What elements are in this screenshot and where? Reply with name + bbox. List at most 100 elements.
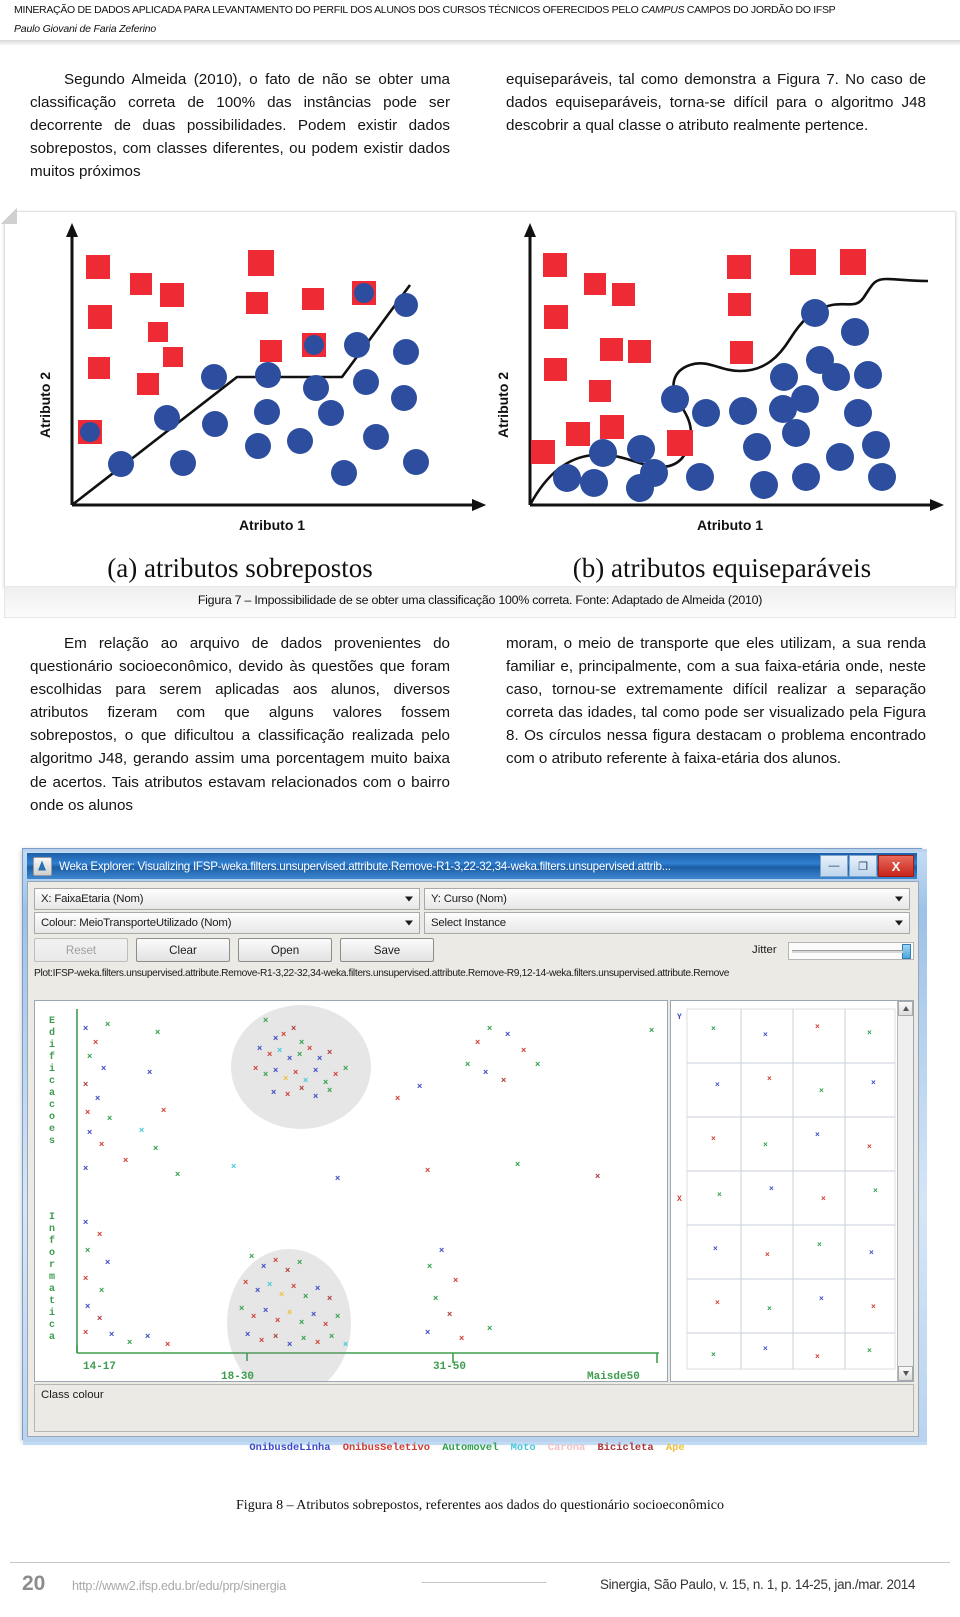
svg-text:×: × bbox=[263, 1305, 268, 1315]
svg-text:s: s bbox=[49, 1136, 55, 1147]
svg-text:×: × bbox=[101, 1063, 106, 1073]
panel-b-plot: Atributo 1 Atributo 2 (b) atributos equi… bbox=[472, 223, 944, 583]
svg-text:×: × bbox=[83, 1273, 88, 1283]
minimize-button[interactable]: — bbox=[820, 855, 848, 877]
class-colour-label: Class colour bbox=[41, 1389, 104, 1401]
plot-filter-string: Plot:IFSP-weka.filters.unsupervised.attr… bbox=[34, 968, 730, 979]
journal-citation: Sinergia, São Paulo, v. 15, n. 1, p. 14-… bbox=[600, 1577, 916, 1592]
chevron-down-icon bbox=[405, 920, 413, 926]
svg-text:×: × bbox=[871, 1079, 876, 1088]
svg-text:c: c bbox=[49, 1320, 55, 1331]
jitter-slider[interactable] bbox=[788, 942, 914, 960]
save-button[interactable]: Save bbox=[340, 938, 434, 962]
svg-text:×: × bbox=[99, 1139, 104, 1149]
colour-combo-label: Colour: MeioTransporteUtilizado (Nom) bbox=[41, 917, 232, 929]
svg-text:×: × bbox=[161, 1105, 166, 1115]
class-attribute-side-panel[interactable]: Y X × × × × × × × × × × × × × × × × × × × × × × × × … bbox=[670, 1000, 914, 1382]
scroll-up-icon[interactable] bbox=[898, 1001, 913, 1016]
svg-text:i: i bbox=[49, 1039, 55, 1051]
svg-text:×: × bbox=[501, 1075, 506, 1085]
svg-text:×: × bbox=[867, 1029, 872, 1038]
svg-text:E: E bbox=[49, 1016, 55, 1027]
svg-text:×: × bbox=[87, 1051, 92, 1061]
svg-text:Atributo 2: Atributo 2 bbox=[495, 372, 511, 438]
scatter-plot-panel[interactable]: Edi fic aco es Inf orm ati ca × × × × × … bbox=[34, 1000, 668, 1382]
svg-text:o: o bbox=[49, 1248, 55, 1259]
svg-text:×: × bbox=[263, 1069, 268, 1079]
svg-text:Atributo 1: Atributo 1 bbox=[239, 517, 305, 533]
colour-combo[interactable]: Colour: MeioTransporteUtilizado (Nom) bbox=[34, 912, 420, 934]
chevron-down-icon bbox=[895, 896, 903, 902]
svg-text:×: × bbox=[821, 1195, 826, 1204]
svg-text:×: × bbox=[427, 1261, 432, 1271]
running-head-author: Paulo Giovani de Faria Zeferino bbox=[14, 23, 157, 35]
clear-button[interactable]: Clear bbox=[136, 938, 230, 962]
svg-text:×: × bbox=[271, 1087, 276, 1097]
legend-item-automovel[interactable]: Automovel bbox=[442, 1442, 498, 1454]
svg-text:×: × bbox=[317, 1053, 322, 1063]
svg-text:a: a bbox=[49, 1088, 55, 1099]
svg-text:×: × bbox=[315, 1283, 320, 1293]
legend-item-ape[interactable]: Ape bbox=[666, 1442, 685, 1454]
legend-item-bicicleta[interactable]: Bicicleta bbox=[598, 1442, 654, 1454]
chevron-down-icon bbox=[895, 920, 903, 926]
body-column-right-bottom: moram, o meio de transporte que eles uti… bbox=[506, 632, 926, 771]
svg-text:×: × bbox=[257, 1043, 262, 1053]
svg-text:×: × bbox=[255, 1285, 260, 1295]
svg-text:×: × bbox=[767, 1305, 772, 1314]
svg-text:t: t bbox=[49, 1296, 55, 1307]
svg-text:(b) atributos equiseparáveis: (b) atributos equiseparáveis bbox=[573, 553, 871, 583]
svg-text:×: × bbox=[285, 1265, 290, 1275]
open-button[interactable]: Open bbox=[238, 938, 332, 962]
svg-text:×: × bbox=[299, 1317, 304, 1327]
svg-text:×: × bbox=[327, 1085, 332, 1095]
scroll-down-icon[interactable] bbox=[898, 1366, 913, 1381]
svg-text:×: × bbox=[259, 1335, 264, 1345]
svg-text:×: × bbox=[293, 1067, 298, 1077]
legend-item-moto[interactable]: Moto bbox=[511, 1442, 536, 1454]
svg-text:×: × bbox=[715, 1299, 720, 1308]
svg-text:×: × bbox=[535, 1059, 540, 1069]
paragraph-left-bottom: Em relação ao arquivo de dados provenien… bbox=[30, 635, 450, 814]
svg-text:×: × bbox=[105, 1019, 110, 1029]
svg-text:×: × bbox=[417, 1081, 422, 1091]
select-instance-combo[interactable]: Select Instance bbox=[424, 912, 910, 934]
svg-text:×: × bbox=[333, 1069, 338, 1079]
select-instance-combo-label: Select Instance bbox=[431, 917, 506, 929]
legend-item-onibusdelinha[interactable]: OnibusdeLinha bbox=[249, 1442, 330, 1454]
figure-8-caption: Figura 8 – Atributos sobrepostos, refere… bbox=[236, 1498, 724, 1513]
legend-item-onibusseletivo[interactable]: OnibusSeletivo bbox=[343, 1442, 430, 1454]
svg-text:×: × bbox=[769, 1185, 774, 1194]
axis-selector-row: X: FaixaEtaria (Nom) Y: Curso (Nom) bbox=[34, 888, 912, 910]
class-colour-panel: Class colour bbox=[34, 1384, 914, 1432]
legend-item-carona[interactable]: Carona bbox=[548, 1442, 585, 1454]
svg-text:×: × bbox=[279, 1289, 284, 1299]
svg-text:×: × bbox=[299, 1083, 304, 1093]
svg-text:×: × bbox=[343, 1063, 348, 1073]
svg-text:(a) atributos sobrepostos: (a) atributos sobrepostos bbox=[107, 553, 372, 583]
svg-text:×: × bbox=[867, 1347, 872, 1356]
maximize-button[interactable]: ❐ bbox=[849, 855, 877, 877]
journal-url[interactable]: http://www2.ifsp.edu.br/edu/prp/sinergia bbox=[72, 1579, 286, 1593]
svg-text:×: × bbox=[253, 1063, 258, 1073]
svg-text:×: × bbox=[819, 1087, 824, 1096]
close-button[interactable]: X bbox=[878, 855, 914, 877]
svg-text:×: × bbox=[251, 1311, 256, 1321]
svg-text:×: × bbox=[297, 1049, 302, 1059]
svg-text:×: × bbox=[85, 1301, 90, 1311]
svg-text:×: × bbox=[869, 1249, 874, 1258]
side-panel-scrollbar[interactable] bbox=[897, 1001, 913, 1381]
jitter-slider-handle[interactable] bbox=[902, 944, 911, 959]
svg-text:×: × bbox=[483, 1067, 488, 1077]
svg-text:×: × bbox=[273, 1331, 278, 1341]
svg-text:a: a bbox=[49, 1284, 55, 1295]
svg-text:c: c bbox=[49, 1100, 55, 1111]
x-axis-combo[interactable]: X: FaixaEtaria (Nom) bbox=[34, 888, 420, 910]
reset-button[interactable]: Reset bbox=[34, 938, 128, 962]
weka-client-area: X: FaixaEtaria (Nom) Y: Curso (Nom) Colo… bbox=[27, 881, 919, 1454]
y-axis-combo[interactable]: Y: Curso (Nom) bbox=[424, 888, 910, 910]
svg-text:×: × bbox=[249, 1251, 254, 1261]
svg-text:×: × bbox=[283, 1073, 288, 1083]
svg-text:×: × bbox=[867, 1143, 872, 1152]
svg-text:×: × bbox=[155, 1027, 160, 1037]
